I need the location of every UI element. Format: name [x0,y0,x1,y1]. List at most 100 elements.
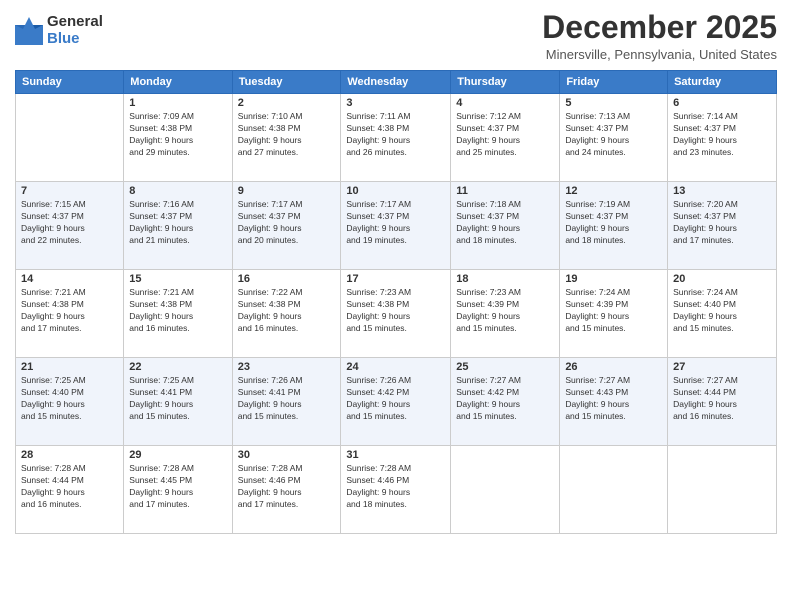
day-number: 20 [673,273,771,285]
day-number: 26 [565,361,662,373]
day-cell: 9 Sunrise: 7:17 AM Sunset: 4:37 PM Daylig… [232,182,341,270]
day-info: Sunrise: 7:27 AM Sunset: 4:43 PM Dayligh… [565,375,662,423]
day-number: 11 [456,185,554,197]
day-cell: 14Sunrise: 7:21 AM Sunset: 4:38 PM Dayli… [16,270,124,358]
day-number: 4 [456,97,554,109]
day-cell: 11 Sunrise: 7:18 AM Sunset: 4:37 PM Dayli… [451,182,560,270]
day-info: Sunrise: 7:21 AM Sunset: 4:38 PM Dayligh… [129,287,226,335]
day-number: 21 [21,361,118,373]
day-info: Sunrise: 7:20 AM Sunset: 4:37 PM Dayligh… [673,199,771,247]
day-cell: 6 Sunrise: 7:14 AM Sunset: 4:37 PM Daylig… [668,94,777,182]
day-number: 9 [238,185,336,197]
day-number: 18 [456,273,554,285]
month-title: December 2025 [542,10,777,45]
day-cell: 5Sunrise: 7:13 AM Sunset: 4:37 PM Daylig… [560,94,668,182]
day-cell: 8 Sunrise: 7:16 AM Sunset: 4:37 PM Daylig… [124,182,232,270]
logo-blue-text: Blue [47,31,103,48]
day-number: 24 [346,361,445,373]
day-number: 6 [673,97,771,109]
day-number: 3 [346,97,445,109]
day-cell: 3 Sunrise: 7:11 AM Sunset: 4:38 PM Daylig… [341,94,451,182]
day-cell: 25 Sunrise: 7:27 AM Sunset: 4:42 PM Dayli… [451,358,560,446]
day-cell: 28 Sunrise: 7:28 AM Sunset: 4:44 PM Dayli… [16,446,124,534]
day-cell [668,446,777,534]
logo-general-text: General [47,14,103,31]
day-cell: 17 Sunrise: 7:23 AM Sunset: 4:38 PM Dayli… [341,270,451,358]
day-number: 1 [129,97,226,109]
day-number: 31 [346,449,445,461]
day-cell: 13 Sunrise: 7:20 AM Sunset: 4:37 PM Dayli… [668,182,777,270]
day-number: 10 [346,185,445,197]
day-number: 5 [565,97,662,109]
day-cell: 19Sunrise: 7:24 AM Sunset: 4:39 PM Dayli… [560,270,668,358]
day-info: Sunrise: 7:28 AM Sunset: 4:44 PM Dayligh… [21,463,118,511]
day-cell [451,446,560,534]
day-info: Sunrise: 7:12 AM Sunset: 4:37 PM Dayligh… [456,111,554,159]
day-cell: 30Sunrise: 7:28 AM Sunset: 4:46 PM Dayli… [232,446,341,534]
day-number: 28 [21,449,118,461]
weekday-thursday: Thursday [451,71,560,94]
weekday-sunday: Sunday [16,71,124,94]
page: General Blue December 2025 Minersville, … [0,0,792,612]
day-info: Sunrise: 7:11 AM Sunset: 4:38 PM Dayligh… [346,111,445,159]
day-cell: 10 Sunrise: 7:17 AM Sunset: 4:37 PM Dayli… [341,182,451,270]
weekday-header-row: SundayMondayTuesdayWednesdayThursdayFrid… [16,71,777,94]
day-number: 25 [456,361,554,373]
day-number: 17 [346,273,445,285]
weekday-wednesday: Wednesday [341,71,451,94]
week-row-3: 21 Sunrise: 7:25 AM Sunset: 4:40 PM Dayli… [16,358,777,446]
weekday-friday: Friday [560,71,668,94]
day-cell: 15 Sunrise: 7:21 AM Sunset: 4:38 PM Dayli… [124,270,232,358]
day-cell [16,94,124,182]
day-info: Sunrise: 7:25 AM Sunset: 4:41 PM Dayligh… [129,375,226,423]
calendar-header: SundayMondayTuesdayWednesdayThursdayFrid… [16,71,777,94]
day-number: 16 [238,273,336,285]
day-cell: 1 Sunrise: 7:09 AM Sunset: 4:38 PM Daylig… [124,94,232,182]
day-cell: 21 Sunrise: 7:25 AM Sunset: 4:40 PM Dayli… [16,358,124,446]
day-info: Sunrise: 7:18 AM Sunset: 4:37 PM Dayligh… [456,199,554,247]
day-cell: 16 Sunrise: 7:22 AM Sunset: 4:38 PM Dayli… [232,270,341,358]
day-number: 2 [238,97,336,109]
day-info: Sunrise: 7:17 AM Sunset: 4:37 PM Dayligh… [346,199,445,247]
calendar-body: 1 Sunrise: 7:09 AM Sunset: 4:38 PM Daylig… [16,94,777,534]
day-number: 30 [238,449,336,461]
week-row-1: 7Sunrise: 7:15 AM Sunset: 4:37 PM Daylig… [16,182,777,270]
day-info: Sunrise: 7:10 AM Sunset: 4:38 PM Dayligh… [238,111,336,159]
day-info: Sunrise: 7:24 AM Sunset: 4:39 PM Dayligh… [565,287,662,335]
day-info: Sunrise: 7:24 AM Sunset: 4:40 PM Dayligh… [673,287,771,335]
calendar-table: SundayMondayTuesdayWednesdayThursdayFrid… [15,70,777,534]
weekday-monday: Monday [124,71,232,94]
day-number: 29 [129,449,226,461]
day-cell: 18Sunrise: 7:23 AM Sunset: 4:39 PM Dayli… [451,270,560,358]
day-cell: 12Sunrise: 7:19 AM Sunset: 4:37 PM Dayli… [560,182,668,270]
logo: General Blue [15,14,103,47]
day-cell: 27Sunrise: 7:27 AM Sunset: 4:44 PM Dayli… [668,358,777,446]
week-row-0: 1 Sunrise: 7:09 AM Sunset: 4:38 PM Daylig… [16,94,777,182]
day-cell: 31 Sunrise: 7:28 AM Sunset: 4:46 PM Dayli… [341,446,451,534]
day-info: Sunrise: 7:28 AM Sunset: 4:45 PM Dayligh… [129,463,226,511]
day-cell: 23Sunrise: 7:26 AM Sunset: 4:41 PM Dayli… [232,358,341,446]
day-number: 14 [21,273,118,285]
day-info: Sunrise: 7:17 AM Sunset: 4:37 PM Dayligh… [238,199,336,247]
day-info: Sunrise: 7:26 AM Sunset: 4:41 PM Dayligh… [238,375,336,423]
day-info: Sunrise: 7:14 AM Sunset: 4:37 PM Dayligh… [673,111,771,159]
day-info: Sunrise: 7:25 AM Sunset: 4:40 PM Dayligh… [21,375,118,423]
day-info: Sunrise: 7:28 AM Sunset: 4:46 PM Dayligh… [346,463,445,511]
weekday-tuesday: Tuesday [232,71,341,94]
day-info: Sunrise: 7:22 AM Sunset: 4:38 PM Dayligh… [238,287,336,335]
day-info: Sunrise: 7:27 AM Sunset: 4:42 PM Dayligh… [456,375,554,423]
day-info: Sunrise: 7:09 AM Sunset: 4:38 PM Dayligh… [129,111,226,159]
day-number: 8 [129,185,226,197]
day-number: 13 [673,185,771,197]
day-info: Sunrise: 7:26 AM Sunset: 4:42 PM Dayligh… [346,375,445,423]
day-info: Sunrise: 7:16 AM Sunset: 4:37 PM Dayligh… [129,199,226,247]
day-cell: 7Sunrise: 7:15 AM Sunset: 4:37 PM Daylig… [16,182,124,270]
week-row-2: 14 Sunrise: 7:21 AM Sunset: 4:38 PM Dayli… [16,270,777,358]
day-info: Sunrise: 7:23 AM Sunset: 4:38 PM Dayligh… [346,287,445,335]
weekday-saturday: Saturday [668,71,777,94]
day-number: 22 [129,361,226,373]
day-number: 7 [21,185,118,197]
header: General Blue December 2025 Minersville, … [15,10,777,62]
day-cell: 24 Sunrise: 7:26 AM Sunset: 4:42 PM Dayli… [341,358,451,446]
day-number: 15 [129,273,226,285]
